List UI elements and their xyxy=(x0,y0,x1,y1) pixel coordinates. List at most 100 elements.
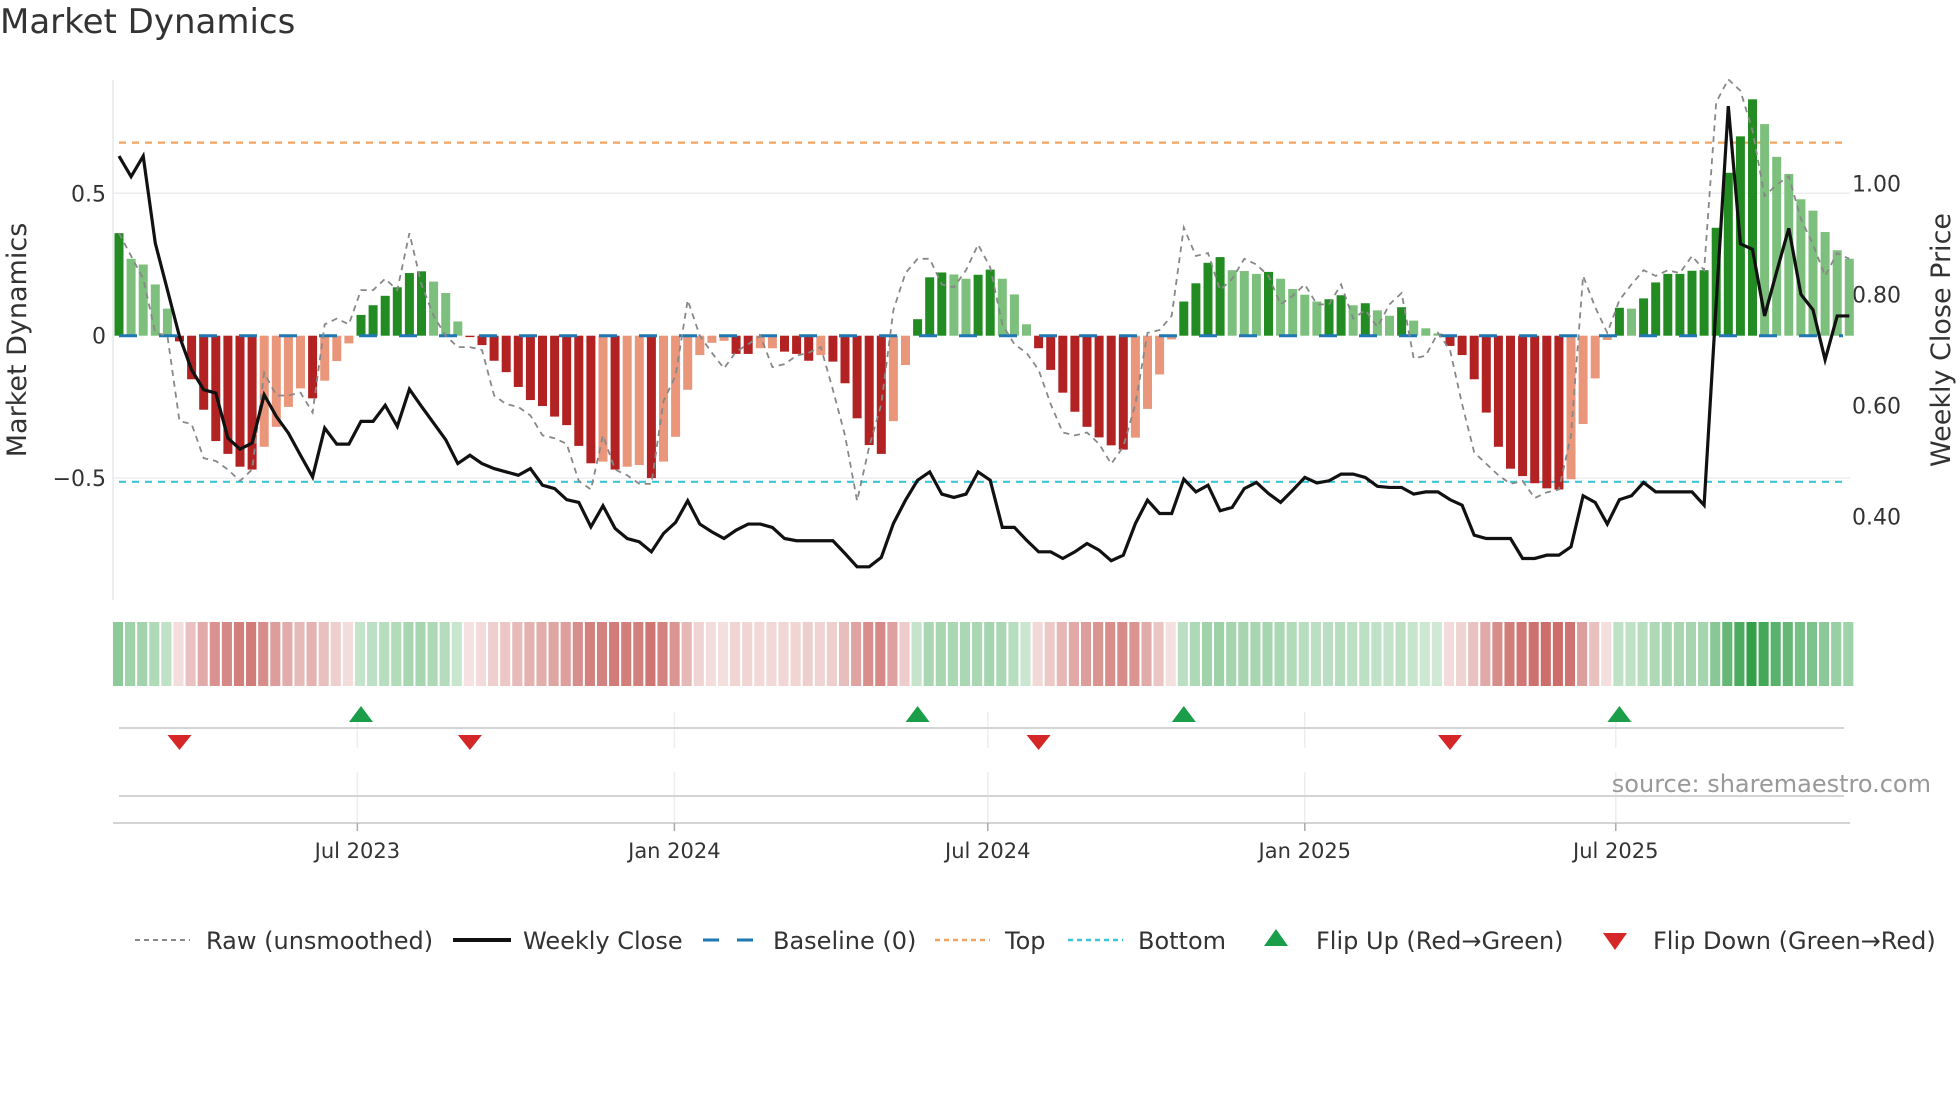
heat-strip-cell xyxy=(851,622,862,686)
heat-strip-cell xyxy=(1201,622,1213,686)
heat-strip-cell xyxy=(1371,622,1382,686)
heat-strip-cell xyxy=(149,622,160,686)
heat-strip-cell xyxy=(1044,622,1055,686)
flip-up-marker xyxy=(905,706,930,722)
heat-strip-cell xyxy=(1722,622,1733,686)
dynamics-bar xyxy=(973,274,983,336)
dynamics-bar xyxy=(937,272,947,336)
heat-strip-cell xyxy=(1129,622,1140,686)
heat-strip-cell xyxy=(972,622,983,686)
heat-strip-cell xyxy=(1165,622,1176,686)
heat-strip-cell xyxy=(391,622,402,686)
dynamics-bar xyxy=(199,335,209,410)
heat-strip-cell xyxy=(500,622,511,686)
dynamics-bar xyxy=(562,335,572,426)
dynamics-bar xyxy=(332,335,342,362)
dynamics-bar xyxy=(574,335,584,446)
heat-strip-cell xyxy=(984,622,995,686)
heat-strip-cell xyxy=(1068,622,1079,686)
heat-strip-cell xyxy=(1577,622,1588,686)
dynamics-bar xyxy=(622,335,632,467)
heat-strip-cell xyxy=(790,622,801,686)
dynamics-bar xyxy=(780,335,789,352)
heat-strip-cell xyxy=(1794,622,1805,686)
heat-strip-cell xyxy=(1105,622,1116,686)
x-tick-label: Jan 2025 xyxy=(1257,839,1352,863)
heat-strip-cell xyxy=(1504,622,1515,686)
dynamics-bar xyxy=(1409,320,1419,336)
heat-strip-cell xyxy=(1286,622,1297,686)
dynamics-bar xyxy=(501,335,511,373)
dynamics-bar xyxy=(1070,335,1080,412)
heat-strip-cell xyxy=(1782,622,1793,686)
heat-strip-cell xyxy=(1806,622,1818,686)
heat-strip-cell xyxy=(112,622,124,686)
heat-strip-cell xyxy=(1008,622,1019,686)
dynamics-bar xyxy=(1578,335,1588,424)
heat-strip-cell xyxy=(1032,622,1043,686)
dynamics-bar xyxy=(1360,303,1370,336)
flip-down-marker xyxy=(457,735,482,750)
flip-up-marker xyxy=(349,706,373,722)
dynamics-bar xyxy=(1312,301,1322,336)
legend-label: Flip Down (Green→Red) xyxy=(1653,927,1936,955)
heat-strip-cell xyxy=(548,622,559,686)
dynamics-bar xyxy=(525,335,535,401)
heat-strip-cell xyxy=(1734,622,1745,686)
legend-flip-down-icon xyxy=(1603,933,1627,950)
heat-strip-cell xyxy=(802,622,813,686)
heat-strip-cell xyxy=(1613,622,1624,686)
heat-strip-cell xyxy=(354,622,366,686)
heat-strip-cell xyxy=(1528,622,1539,686)
dynamics-bar xyxy=(1844,258,1854,336)
market-dynamics-chart: 0.5 0 −0.5 1.00 0.80 0.60 0.40 Market Dynamics W… xyxy=(2,77,1957,955)
heat-strip-cell xyxy=(330,622,341,686)
legend-item-baseline: Baseline (0) xyxy=(703,927,916,955)
y-tick-label: 0.5 xyxy=(71,182,106,207)
heat-strip-cell xyxy=(814,622,825,686)
heat-strip-cell xyxy=(1564,622,1576,686)
heat-strip-cell xyxy=(560,622,571,686)
dynamics-bar xyxy=(489,335,499,361)
heat-strip-cell xyxy=(826,622,837,686)
dynamics-bar xyxy=(344,335,354,344)
y2-tick-label: 0.60 xyxy=(1852,394,1901,419)
heat-strip-cell xyxy=(161,622,172,686)
dynamics-bar xyxy=(392,287,402,336)
heat-strip-cell xyxy=(185,622,196,686)
heat-strip-cell xyxy=(1335,622,1346,686)
heat-strip-cell xyxy=(633,622,644,686)
heat-strip-cell xyxy=(1250,622,1261,686)
x-tick-label: Jan 2024 xyxy=(626,839,721,863)
x-tick-label: Jul 2023 xyxy=(313,839,400,863)
dynamics-bar xyxy=(1493,335,1503,447)
dynamics-bar xyxy=(828,335,838,362)
heat-strip-cell xyxy=(1431,622,1442,686)
heat-strip-cell xyxy=(137,622,148,686)
heat-strip-cell xyxy=(221,622,232,686)
dynamics-bar xyxy=(913,319,923,336)
heat-strip-cell xyxy=(1359,622,1370,686)
heat-strip-cell xyxy=(1056,622,1067,686)
heat-strip-cell xyxy=(1456,622,1467,686)
heat-strip-cell xyxy=(621,622,632,686)
dynamics-bar xyxy=(1723,172,1733,336)
y2-tick-label: 0.80 xyxy=(1852,283,1901,308)
dynamics-bar xyxy=(1009,294,1019,336)
legend-item-flip-down: Flip Down (Green→Red) xyxy=(1603,927,1936,955)
dynamics-bar xyxy=(1264,271,1273,336)
legend-item-raw: Raw (unsmoothed) xyxy=(135,927,433,955)
dynamics-bar xyxy=(1469,335,1479,380)
dynamics-bar xyxy=(610,335,620,470)
heat-strip-cell xyxy=(1746,622,1757,686)
dynamics-bar xyxy=(320,335,330,381)
dynamics-bar xyxy=(1227,270,1237,336)
dynamics-bar xyxy=(1155,335,1165,375)
y2-tick-label: 0.40 xyxy=(1852,505,1901,530)
heat-strip-cell xyxy=(306,622,317,686)
dynamics-bar xyxy=(1336,295,1346,336)
heat-strip-cell xyxy=(1080,622,1092,686)
dynamics-bar xyxy=(864,335,874,446)
dynamics-bar xyxy=(1082,335,1092,427)
heat-strip-cell xyxy=(572,622,583,686)
